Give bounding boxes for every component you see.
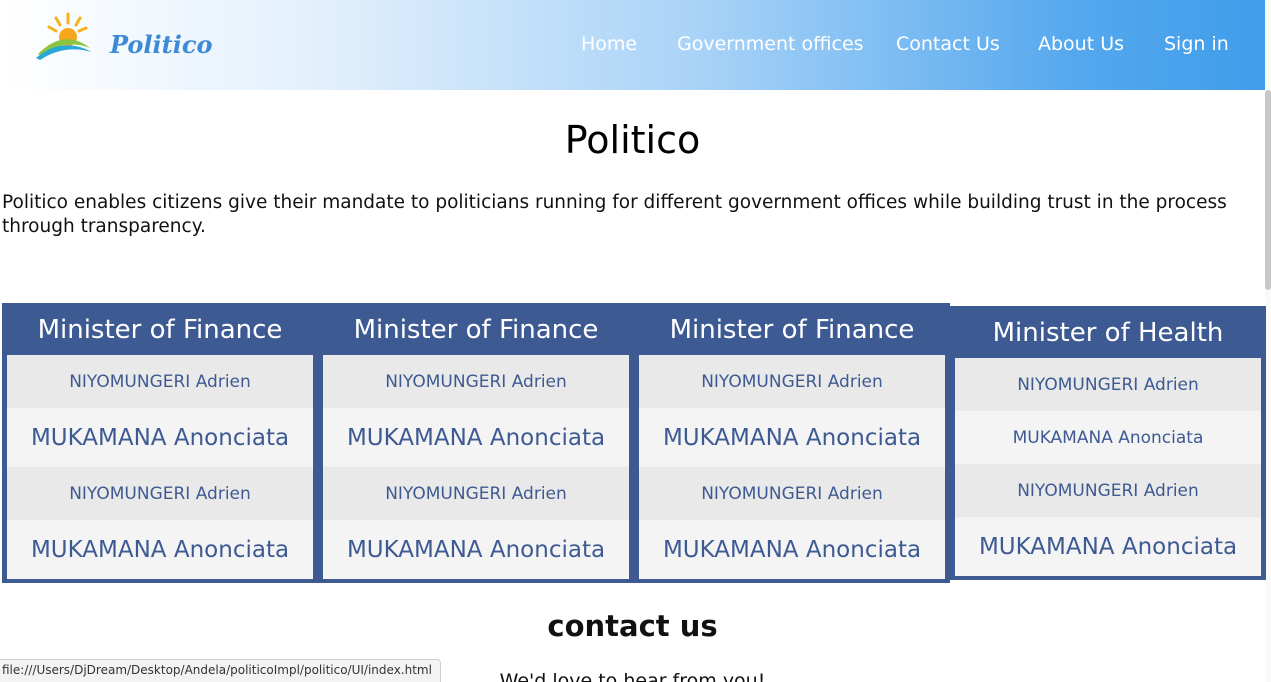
candidate-item[interactable]: MUKAMANA Anonciata bbox=[323, 520, 629, 579]
status-bar-url: file:///Users/DjDream/Desktop/Andela/pol… bbox=[0, 659, 441, 682]
candidate-item[interactable]: MUKAMANA Anonciata bbox=[955, 411, 1261, 464]
candidate-item[interactable]: NIYOMUNGERI Adrien bbox=[955, 464, 1261, 517]
brand-name[interactable]: Politico bbox=[110, 30, 212, 59]
scrollbar-thumb[interactable] bbox=[1265, 90, 1271, 290]
candidate-item[interactable]: NIYOMUNGERI Adrien bbox=[323, 355, 629, 408]
office-title: Minister of Finance bbox=[353, 315, 599, 345]
nav-about-us[interactable]: About Us bbox=[1038, 33, 1124, 55]
candidate-item[interactable]: MUKAMANA Anonciata bbox=[323, 408, 629, 467]
office-card-health: Minister of Health NIYOMUNGERI Adrien MU… bbox=[950, 306, 1266, 580]
candidate-item[interactable]: NIYOMUNGERI Adrien bbox=[323, 467, 629, 520]
nav-government-offices[interactable]: Government offices bbox=[677, 33, 864, 55]
candidate-item[interactable]: NIYOMUNGERI Adrien bbox=[7, 467, 313, 520]
candidate-item[interactable]: NIYOMUNGERI Adrien bbox=[7, 355, 313, 408]
candidate-item[interactable]: MUKAMANA Anonciata bbox=[639, 520, 945, 579]
office-title: Minister of Finance bbox=[37, 315, 283, 345]
office-title: Minister of Health bbox=[992, 318, 1224, 348]
office-title: Minister of Finance bbox=[669, 315, 915, 345]
office-card-finance-2: Minister of Finance NIYOMUNGERI Adrien M… bbox=[318, 303, 634, 583]
navbar: Politico Home Government offices Contact… bbox=[0, 0, 1265, 90]
office-card-finance-3: Minister of Finance NIYOMUNGERI Adrien M… bbox=[634, 303, 950, 583]
page-title: Politico bbox=[564, 118, 701, 162]
nav-contact-us[interactable]: Contact Us bbox=[896, 33, 1000, 55]
candidate-item[interactable]: NIYOMUNGERI Adrien bbox=[639, 355, 945, 408]
intro-text: Politico enables citizens give their man… bbox=[2, 192, 1227, 237]
candidate-item[interactable]: MUKAMANA Anonciata bbox=[7, 408, 313, 467]
nav-home[interactable]: Home bbox=[581, 33, 637, 55]
sunrise-logo-icon[interactable] bbox=[34, 10, 94, 62]
candidate-item[interactable]: NIYOMUNGERI Adrien bbox=[955, 358, 1261, 411]
candidate-item[interactable]: NIYOMUNGERI Adrien bbox=[639, 467, 945, 520]
candidate-item[interactable]: MUKAMANA Anonciata bbox=[7, 520, 313, 579]
contact-title: contact us bbox=[547, 609, 718, 643]
office-card-finance-1: Minister of Finance NIYOMUNGERI Adrien M… bbox=[2, 303, 318, 583]
candidate-item[interactable]: MUKAMANA Anonciata bbox=[955, 517, 1261, 576]
candidate-item[interactable]: MUKAMANA Anonciata bbox=[639, 408, 945, 467]
nav-sign-in[interactable]: Sign in bbox=[1164, 33, 1229, 55]
